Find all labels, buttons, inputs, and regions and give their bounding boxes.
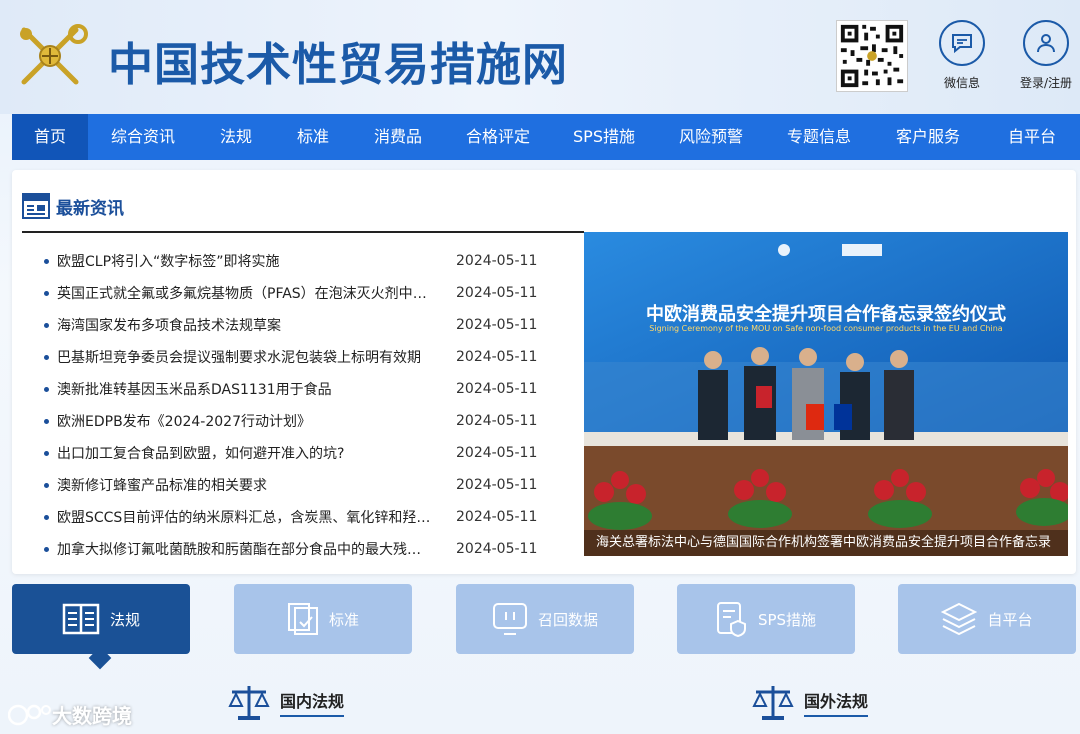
news-list: 欧盟CLP将引入“数字标签”即将实施 2024-05-11 英国正式就全氟或多氟烷… — [22, 245, 542, 565]
news-item-title[interactable]: 澳新批准转基因玉米品系DAS1131用于食品 — [57, 379, 431, 399]
news-item-title[interactable]: 英国正式就全氟或多氟烷基物质（PFAS）在泡沫灭火剂中的限制开展咨询 — [57, 283, 431, 303]
quick-nav-label: SPS措施 — [757, 610, 817, 629]
main-nav: 首页 综合资讯 法规 标准 消费品 合格评定 SPS措施 风险预警 专题信息 客… — [12, 114, 1080, 160]
news-item-date: 2024-05-11 — [456, 477, 538, 493]
quick-nav-sps[interactable]: SPS措施 — [677, 584, 855, 654]
nav-item-home[interactable]: 首页 — [12, 114, 88, 160]
weixin-label: 微信息 — [943, 76, 980, 90]
nav-item-news[interactable]: 综合资讯 — [88, 114, 198, 160]
news-item-title[interactable]: 欧洲EDPB发布《2024-2027行动计划》 — [57, 411, 431, 431]
news-item-date: 2024-05-11 — [456, 509, 538, 525]
news-item[interactable]: 欧盟CLP将引入“数字标签”即将实施 2024-05-11 — [22, 245, 542, 277]
nav-item-standards[interactable]: 标准 — [274, 114, 352, 160]
book-icon — [62, 603, 100, 635]
news-item-date: 2024-05-11 — [456, 253, 538, 269]
news-item-title[interactable]: 欧盟SCCS目前评估的纳米原料汇总，含炭黑、氧化锌和羟基磷灰石等 — [57, 507, 431, 527]
news-item-title[interactable]: 加拿大拟修订氟吡菌酰胺和肟菌酯在部分食品中的最大残留限量 — [57, 539, 431, 559]
news-item-date: 2024-05-11 — [456, 317, 538, 333]
quick-nav-regulations[interactable]: 法规 — [12, 584, 190, 670]
watermark-logo-icon — [8, 704, 51, 725]
news-item[interactable]: 加拿大拟修订氟吡菌酰胺和肟菌酯在部分食品中的最大残留限量 2024-05-11 — [22, 533, 542, 565]
nav-item-self-platform[interactable]: 自平台 — [984, 114, 1080, 160]
news-item-date: 2024-05-11 — [456, 349, 538, 365]
document-check-icon — [287, 603, 318, 635]
photo-caption[interactable]: 海关总署标法中心与德国国际合作机构签署中欧消费品安全提升项目合作备忘录 — [584, 530, 1068, 556]
layers-icon — [941, 602, 978, 636]
bullet-icon — [44, 258, 49, 264]
news-item-title[interactable]: 出口加工复合食品到欧盟，如何避开准入的坑? — [57, 443, 431, 463]
section-title: 国外法规 — [804, 688, 869, 717]
nav-item-regulations[interactable]: 法规 — [198, 114, 274, 160]
shield-document-icon — [716, 602, 746, 637]
nav-item-risk-alert[interactable]: 风险预警 — [656, 114, 766, 160]
news-item[interactable]: 欧盟SCCS目前评估的纳米原料汇总，含炭黑、氧化锌和羟基磷灰石等 2024-05-… — [22, 501, 542, 533]
news-item-title[interactable]: 巴基斯坦竞争委员会提议强制要求水泥包装袋上标明有效期 — [57, 347, 431, 367]
quick-nav-label: 召回数据 — [537, 610, 598, 629]
news-item[interactable]: 巴基斯坦竞争委员会提议强制要求水泥包装袋上标明有效期 2024-05-11 — [22, 341, 542, 373]
photo-banner-title: 中欧消费品安全提升项目合作备忘录签约仪式 — [646, 304, 1006, 325]
bullet-icon — [44, 450, 49, 456]
nav-item-customer-service[interactable]: 客户服务 — [872, 114, 984, 160]
news-icon — [22, 193, 50, 219]
quick-nav-label: 标准 — [328, 610, 359, 629]
news-item-title[interactable]: 欧盟CLP将引入“数字标签”即将实施 — [57, 251, 431, 271]
weixin-button[interactable]: 微信息 — [927, 20, 997, 91]
message-icon — [939, 20, 985, 66]
news-item-title[interactable]: 澳新修订蜂蜜产品标准的相关要求 — [57, 475, 431, 495]
nav-item-consumer-goods[interactable]: 消费品 — [352, 114, 444, 160]
nav-item-topics[interactable]: 专题信息 — [766, 114, 872, 160]
header: 中国技术性贸易措施网 微信息 登录/注册 — [0, 0, 1080, 114]
login-label: 登录/注册 — [1019, 76, 1073, 90]
bullet-icon — [44, 386, 49, 392]
foreign-regulations-heading[interactable]: 国外法规 — [752, 682, 869, 722]
watermark: 大数跨境 — [8, 700, 132, 729]
news-item[interactable]: 澳新修订蜂蜜产品标准的相关要求 2024-05-11 — [22, 469, 542, 501]
news-item[interactable]: 海湾国家发布多项食品技术法规草案 2024-05-11 — [22, 309, 542, 341]
featured-photo[interactable]: 中欧消费品安全提升项目合作备忘录签约仪式 Signing Ceremony of… — [584, 232, 1068, 556]
news-item[interactable]: 澳新批准转基因玉米品系DAS1131用于食品 2024-05-11 — [22, 373, 542, 405]
bullet-icon — [44, 322, 49, 328]
site-title[interactable]: 中国技术性贸易措施网 — [108, 28, 568, 93]
news-header: 最新资讯 — [22, 192, 124, 220]
qr-code — [836, 20, 908, 92]
news-item-date: 2024-05-11 — [456, 381, 538, 397]
news-item-date: 2024-05-11 — [456, 541, 538, 557]
bullet-icon — [44, 354, 49, 360]
nav-item-conformity[interactable]: 合格评定 — [444, 114, 552, 160]
quick-nav-label: 自平台 — [987, 610, 1033, 629]
news-item-date: 2024-05-11 — [456, 285, 538, 301]
watermark-text: 大数跨境 — [52, 704, 132, 728]
photo-banner-subtitle: Signing Ceremony of the MOU on Safe non-… — [649, 324, 1003, 333]
customs-emblem-logo[interactable] — [12, 20, 92, 92]
scales-icon — [228, 686, 270, 720]
ceremony-photo-image — [584, 232, 1068, 556]
news-item[interactable]: 欧洲EDPB发布《2024-2027行动计划》 2024-05-11 — [22, 405, 542, 437]
news-item-date: 2024-05-11 — [456, 413, 538, 429]
bullet-icon — [44, 482, 49, 488]
news-item-title[interactable]: 海湾国家发布多项食品技术法规草案 — [57, 315, 431, 335]
bullet-icon — [44, 546, 49, 552]
domestic-regulations-heading[interactable]: 国内法规 — [228, 682, 345, 722]
scales-icon — [752, 686, 794, 720]
news-divider — [22, 231, 584, 233]
section-title: 国内法规 — [280, 688, 345, 717]
news-card: 最新资讯 欧盟CLP将引入“数字标签”即将实施 2024-05-11 英国正式就全… — [12, 170, 1076, 574]
news-title[interactable]: 最新资讯 — [56, 194, 124, 219]
quick-nav-self-platform[interactable]: 自平台 — [898, 584, 1076, 654]
bullet-icon — [44, 514, 49, 520]
login-button[interactable]: 登录/注册 — [1011, 20, 1080, 91]
quick-nav-recall-data[interactable]: 召回数据 — [456, 584, 634, 654]
nav-item-sps[interactable]: SPS措施 — [552, 114, 656, 160]
user-icon — [1023, 20, 1069, 66]
bullet-icon — [44, 290, 49, 296]
news-item-date: 2024-05-11 — [456, 445, 538, 461]
quick-nav-label: 法规 — [109, 610, 140, 629]
bullet-icon — [44, 418, 49, 424]
monitor-icon — [492, 603, 527, 635]
news-item[interactable]: 出口加工复合食品到欧盟，如何避开准入的坑? 2024-05-11 — [22, 437, 542, 469]
quick-nav-standards[interactable]: 标准 — [234, 584, 412, 654]
news-item[interactable]: 英国正式就全氟或多氟烷基物质（PFAS）在泡沫灭火剂中的限制开展咨询 2024-0… — [22, 277, 542, 309]
